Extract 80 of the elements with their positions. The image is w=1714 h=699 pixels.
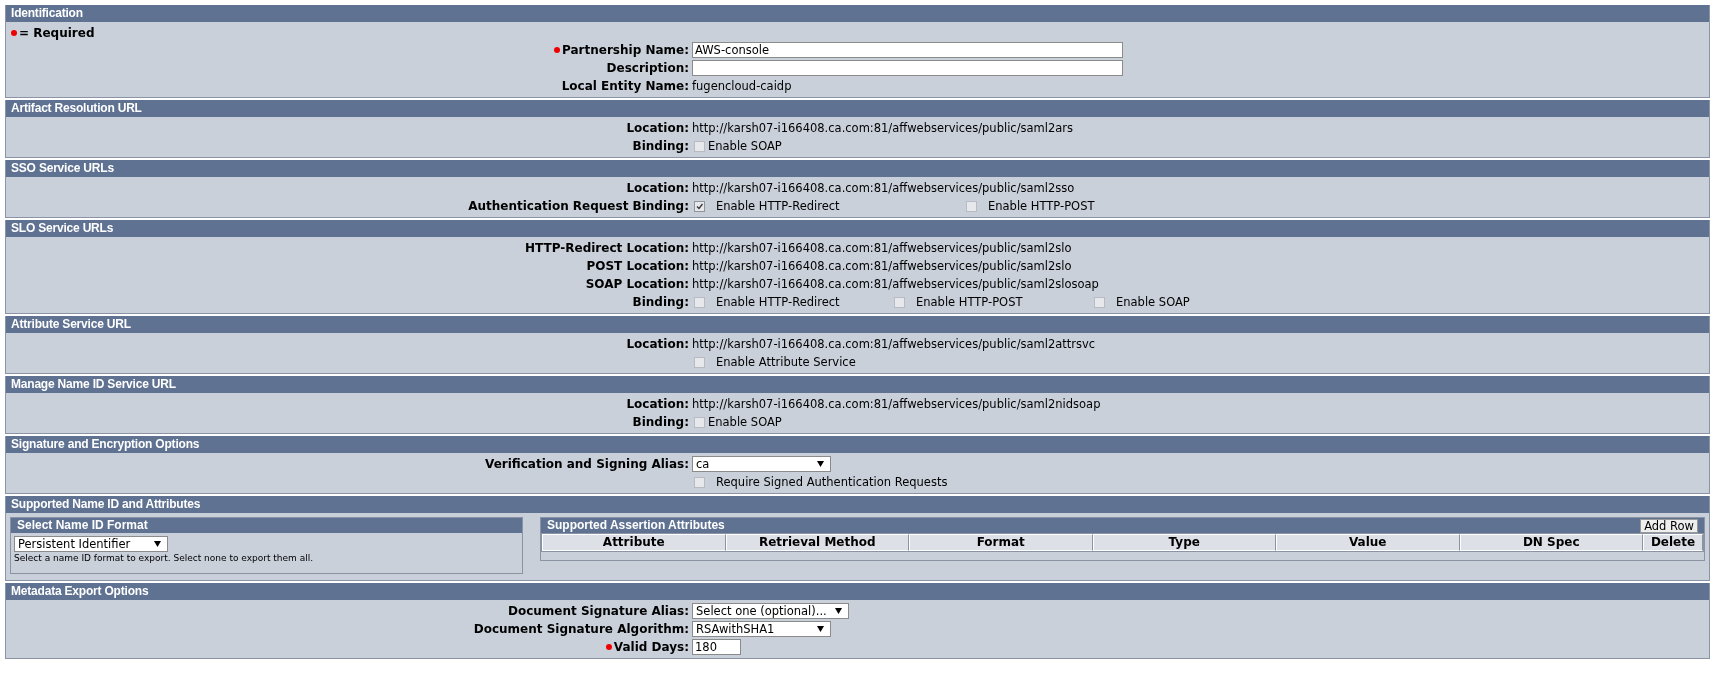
checkbox[interactable] bbox=[694, 296, 705, 308]
value-text: http://karsh07-i166408.ca.com:81/affwebservices/public/saml2nidsoap bbox=[692, 397, 1101, 411]
dropdown-field[interactable]: Select one (optional)... bbox=[692, 603, 849, 619]
field-label: POST Location: bbox=[586, 259, 689, 273]
hint-text: Select a name ID format to export. Select none to export them all. bbox=[13, 552, 315, 565]
field-label: Binding: bbox=[632, 139, 689, 153]
field-label: Description: bbox=[606, 61, 689, 75]
checkbox-label: Enable SOAP bbox=[708, 415, 782, 429]
field-label: Location: bbox=[626, 181, 689, 195]
field-label: Location: bbox=[626, 121, 689, 135]
required-icon bbox=[554, 47, 560, 53]
value-text: http://karsh07-i166408.ca.com:81/affwebservices/public/saml2slo bbox=[692, 259, 1072, 273]
field-label: Document Signature Alias: bbox=[508, 604, 689, 618]
checkbox-label: Enable SOAP bbox=[1116, 295, 1190, 309]
field-label: Location: bbox=[626, 337, 689, 351]
section-header: Manage Name ID Service URL bbox=[6, 376, 1709, 393]
section-header: Identification bbox=[6, 5, 1709, 22]
field-label: Location: bbox=[626, 397, 689, 411]
legend-text: = Required bbox=[19, 26, 95, 40]
checkbox-label: Enable HTTP-Redirect bbox=[716, 295, 840, 309]
checkbox-label: Require Signed Authentication Requests bbox=[716, 475, 948, 489]
field-label: Binding: bbox=[632, 295, 689, 309]
column-header: Retrieval Method bbox=[725, 534, 909, 551]
value-text: http://karsh07-i166408.ca.com:81/affwebservices/public/saml2attrsvc bbox=[692, 337, 1096, 351]
checkbox[interactable] bbox=[694, 476, 705, 488]
panel-header: Select Name ID Format bbox=[11, 518, 522, 533]
checkbox-label: Enable Attribute Service bbox=[716, 355, 856, 369]
value-text: http://karsh07-i166408.ca.com:81/affwebservices/public/saml2slosoap bbox=[692, 277, 1099, 291]
field-label: HTTP-Redirect Location: bbox=[525, 241, 689, 255]
section-header: Supported Name ID and Attributes bbox=[6, 496, 1709, 513]
checkbox-label: Enable HTTP-Redirect bbox=[716, 199, 840, 213]
checkbox[interactable] bbox=[1094, 296, 1105, 308]
field-label: Verification and Signing Alias: bbox=[485, 457, 689, 471]
dropdown-field[interactable]: RSAwithSHA1 bbox=[692, 621, 831, 637]
field-label: Authentication Request Binding: bbox=[468, 199, 689, 213]
required-icon bbox=[605, 644, 612, 650]
caret-icon bbox=[817, 626, 824, 632]
field-label: Partnership Name: bbox=[554, 43, 689, 57]
dropdown-field[interactable]: Persistent Identifier bbox=[14, 536, 168, 552]
field-label: SOAP Location: bbox=[585, 277, 689, 291]
column-header: Attribute bbox=[542, 534, 726, 551]
dropdown-field[interactable]: ca bbox=[692, 456, 831, 472]
panel-title: Supported Assertion Attributes bbox=[547, 518, 725, 533]
section-header: Signature and Encryption Options bbox=[6, 436, 1709, 453]
column-header: DN Spec bbox=[1459, 534, 1643, 551]
section-header: SLO Service URLs bbox=[6, 220, 1709, 237]
number-field[interactable]: 180 bbox=[692, 639, 741, 655]
text-field[interactable] bbox=[692, 60, 1123, 76]
checkbox[interactable] bbox=[694, 200, 705, 212]
checkbox[interactable] bbox=[894, 296, 905, 308]
text-field[interactable]: AWS-console bbox=[692, 42, 1123, 58]
checkbox[interactable] bbox=[694, 416, 705, 428]
checkbox[interactable] bbox=[694, 356, 705, 368]
checkbox[interactable] bbox=[694, 140, 705, 152]
checkbox-label: Enable HTTP-POST bbox=[916, 295, 1023, 309]
column-header: Format bbox=[909, 534, 1093, 551]
required-icon bbox=[11, 30, 17, 36]
value-text: http://karsh07-i166408.ca.com:81/affwebservices/public/saml2sso bbox=[692, 181, 1075, 195]
caret-icon bbox=[154, 541, 161, 547]
add-row-button[interactable]: Add Row bbox=[1640, 518, 1698, 533]
column-header: Delete bbox=[1643, 534, 1703, 551]
checkbox[interactable] bbox=[966, 200, 977, 212]
value-text: fugencloud-caidp bbox=[692, 79, 792, 93]
section-header: Metadata Export Options bbox=[6, 583, 1709, 600]
section-header: SSO Service URLs bbox=[6, 160, 1709, 177]
field-label: Local Entity Name: bbox=[561, 79, 689, 93]
column-header: Value bbox=[1276, 534, 1460, 551]
field-label: Document Signature Algorithm: bbox=[473, 622, 689, 636]
section-header: Attribute Service URL bbox=[6, 316, 1709, 333]
field-label: Valid Days: bbox=[605, 640, 689, 654]
value-text: http://karsh07-i166408.ca.com:81/affwebservices/public/saml2ars bbox=[692, 121, 1074, 135]
checkbox-label: Enable HTTP-POST bbox=[988, 199, 1095, 213]
section-header: Artifact Resolution URL bbox=[6, 100, 1709, 117]
caret-icon bbox=[817, 461, 824, 467]
field-label: Binding: bbox=[632, 415, 689, 429]
checkmark-icon bbox=[696, 202, 703, 210]
value-text: http://karsh07-i166408.ca.com:81/affwebservices/public/saml2slo bbox=[692, 241, 1072, 255]
column-header: Type bbox=[1092, 534, 1276, 551]
checkbox-label: Enable SOAP bbox=[708, 139, 782, 153]
caret-icon bbox=[834, 608, 842, 614]
